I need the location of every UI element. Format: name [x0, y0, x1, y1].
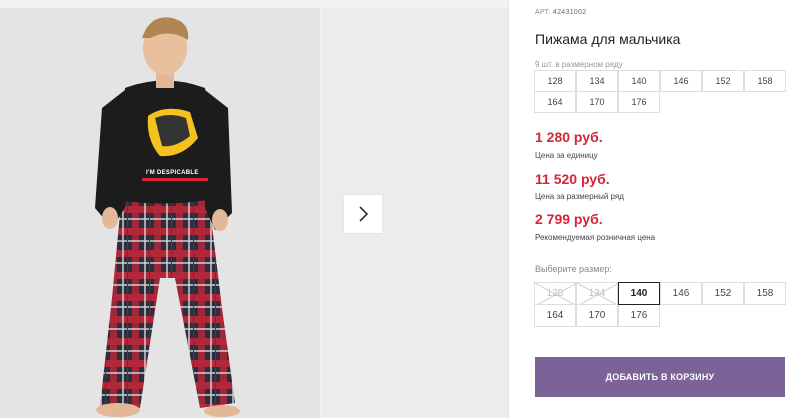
size-row-grid: 128 134 140 146 152 158 164 170 176 [534, 70, 787, 113]
row-price-label: Цена за размерный ряд [535, 192, 624, 201]
row-price: 11 520 руб. [535, 171, 610, 187]
size-row-cell: 158 [744, 70, 786, 92]
sku-label: АРТ. [535, 9, 551, 16]
sku-number: 42431002 [552, 9, 587, 16]
next-image-button[interactable] [344, 195, 382, 233]
product-gallery: I'M DESPICABLE [0, 0, 509, 418]
size-picker: 128 134 140 146 152 158 164 170 176 [534, 282, 787, 327]
add-to-cart-button[interactable]: ДОБАВИТЬ В КОРЗИНУ [535, 357, 785, 397]
retail-price: 2 799 руб. [535, 211, 603, 227]
size-row-cell: 134 [576, 70, 618, 92]
cross-out-icon [535, 283, 577, 306]
unit-price: 1 280 руб. [535, 129, 603, 145]
size-option[interactable]: 146 [660, 282, 702, 305]
size-option-selected[interactable]: 140 [618, 282, 660, 305]
size-row-cell: 170 [576, 91, 618, 113]
size-row-cell: 164 [534, 91, 576, 113]
size-row-caption: 9 шт. в размерном ряду [535, 60, 623, 69]
chevron-right-icon [359, 206, 369, 222]
boy-in-pajamas-image [0, 8, 320, 418]
cross-out-icon [577, 283, 619, 306]
sku-line: АРТ. 42431002 [535, 9, 586, 16]
size-option[interactable]: 164 [534, 304, 576, 327]
product-photo[interactable]: I'M DESPICABLE [0, 8, 320, 418]
size-option[interactable]: 158 [744, 282, 786, 305]
size-picker-label: Выберите размер: [535, 264, 612, 274]
size-row-cell: 176 [618, 91, 660, 113]
size-option[interactable]: 152 [702, 282, 744, 305]
size-option-disabled: 134 [576, 282, 619, 306]
size-option-disabled: 128 [534, 282, 577, 306]
size-option[interactable]: 170 [576, 304, 618, 327]
size-option[interactable]: 176 [618, 304, 660, 327]
shirt-print-text: I'M DESPICABLE [146, 170, 199, 176]
size-row-cell: 140 [618, 70, 660, 92]
size-row-cell: 128 [534, 70, 576, 92]
product-title: Пижама для мальчика [535, 31, 681, 47]
retail-price-label: Рекомендуемая розничная цена [535, 233, 656, 242]
size-row-cell: 146 [660, 70, 702, 92]
size-row-cell: 152 [702, 70, 744, 92]
unit-price-label: Цена за единицу [535, 151, 598, 160]
